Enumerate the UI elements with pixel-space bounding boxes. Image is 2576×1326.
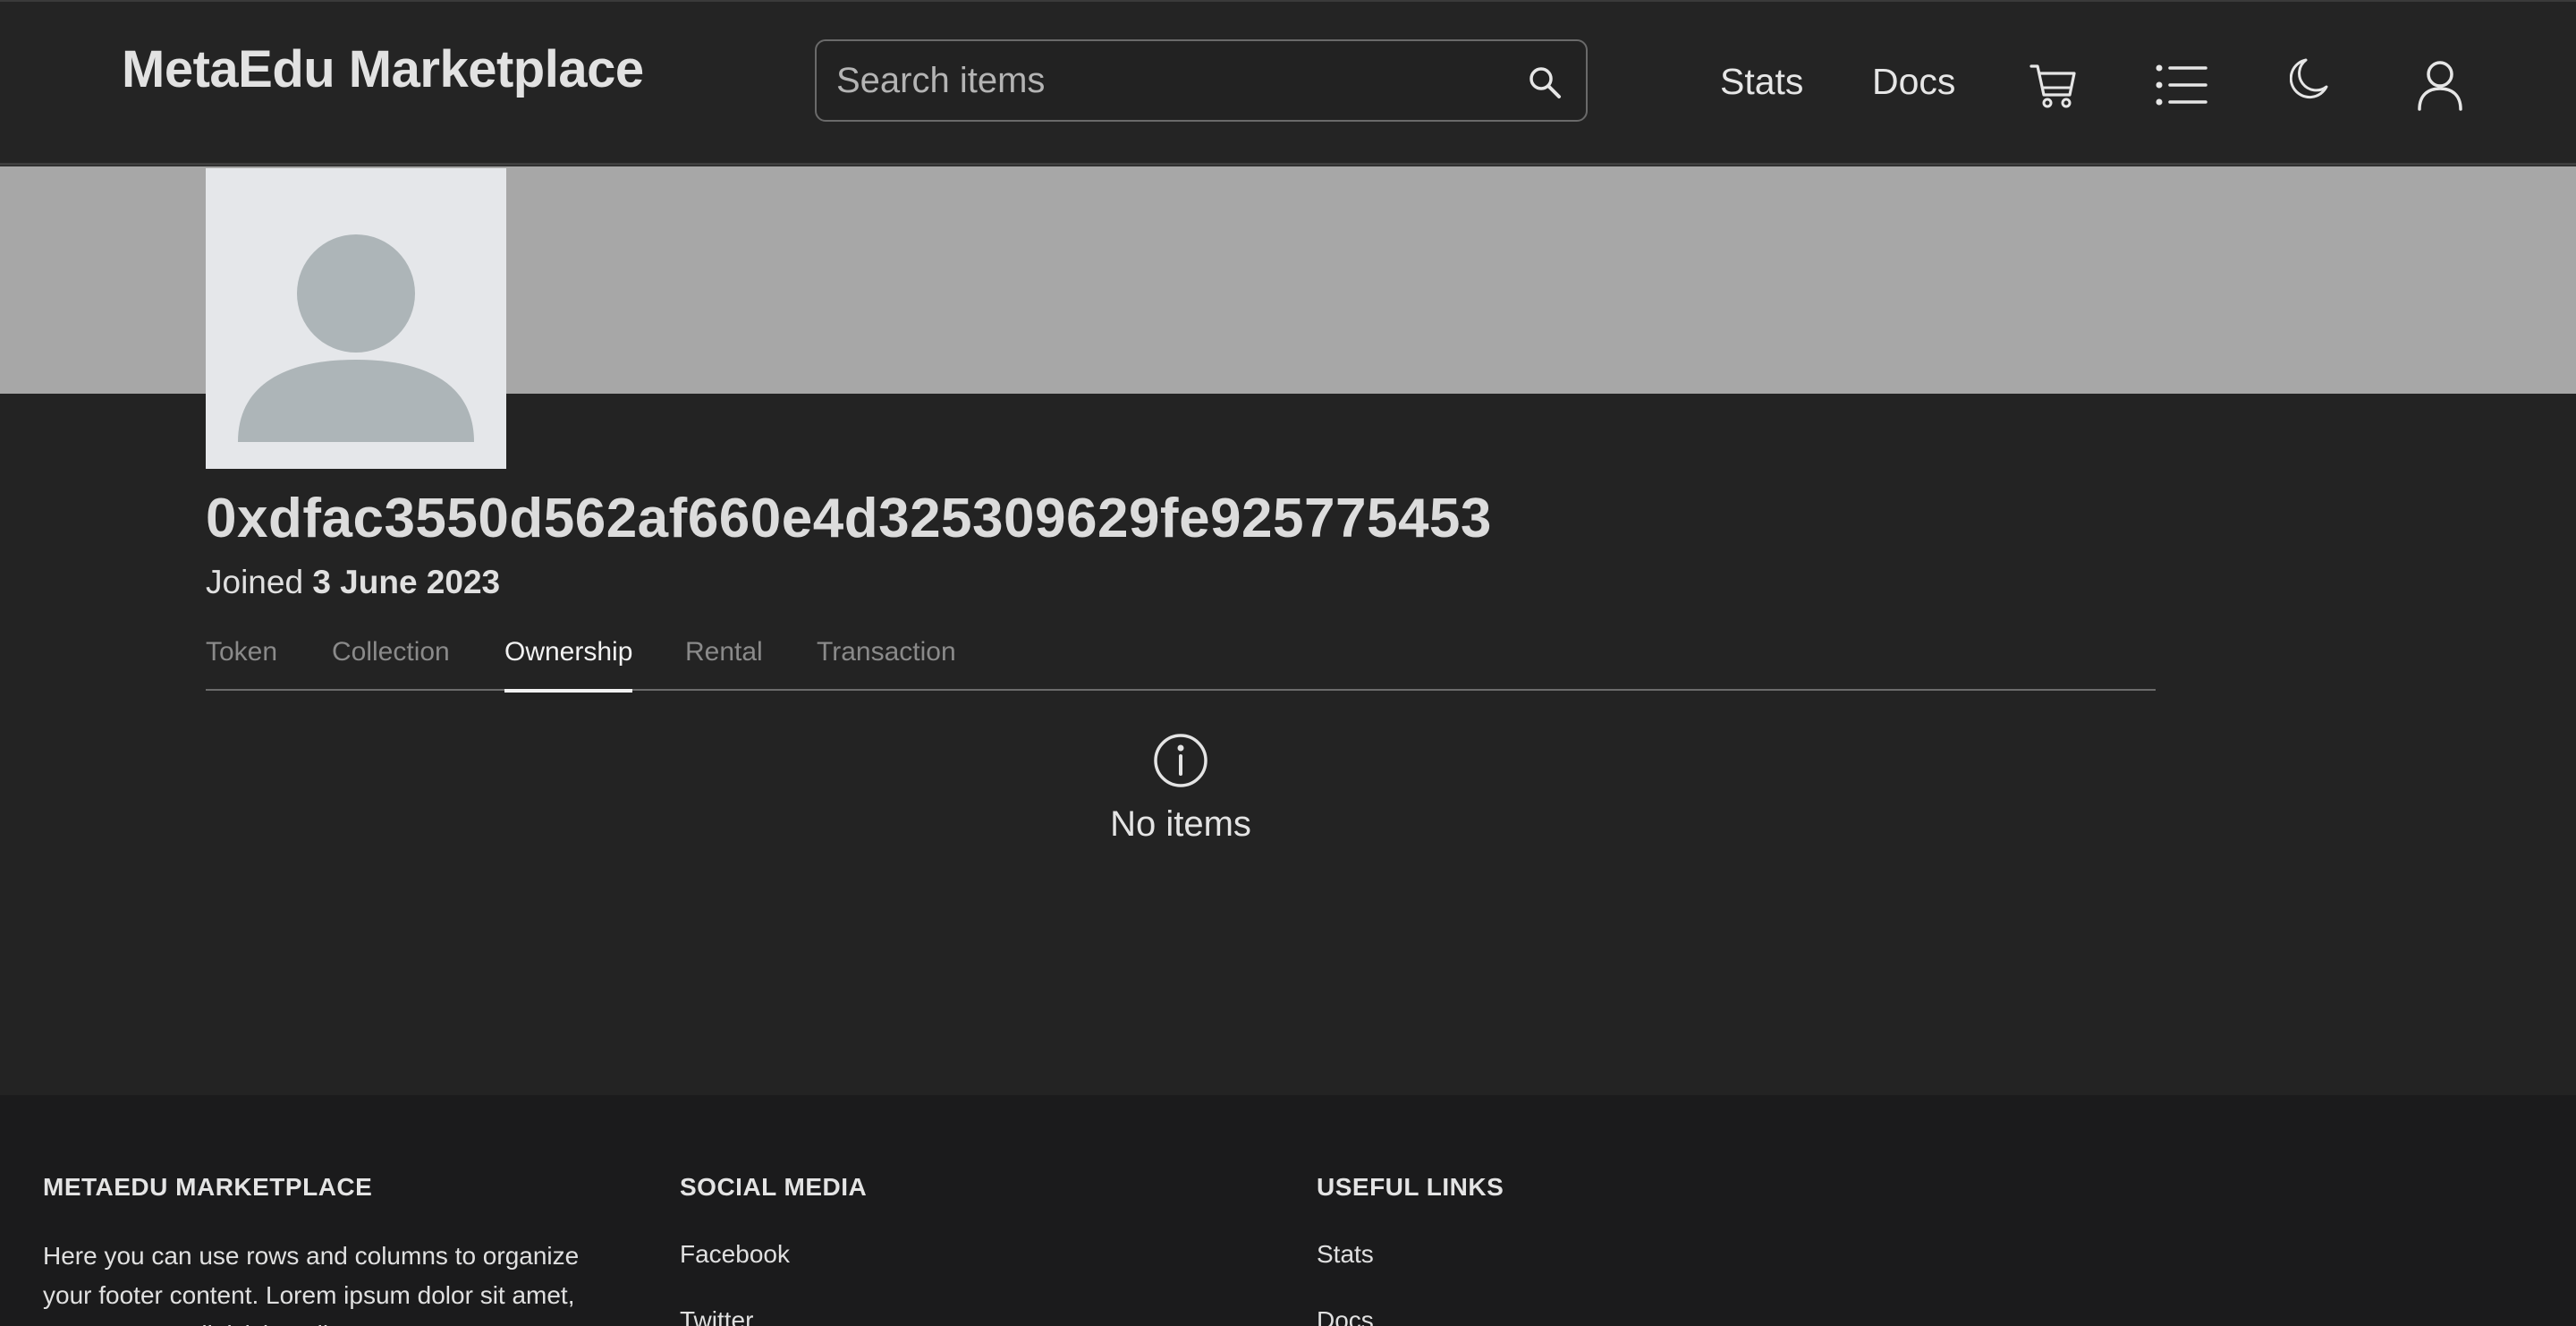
joined-label: Joined: [206, 564, 304, 600]
nav-link-docs[interactable]: Docs: [1872, 61, 1955, 103]
nav-link-stats[interactable]: Stats: [1720, 61, 1803, 103]
moon-icon[interactable]: [2290, 57, 2329, 100]
footer-link-twitter[interactable]: Twitter: [680, 1306, 753, 1326]
tab-collection[interactable]: Collection: [332, 637, 450, 691]
search-box: [815, 39, 1588, 122]
empty-state-text: No items: [1110, 804, 1251, 844]
tab-token[interactable]: Token: [206, 637, 277, 691]
footer-heading-social: SOCIAL MEDIA: [680, 1173, 868, 1201]
brand-logo[interactable]: MetaEdu Marketplace: [122, 39, 644, 99]
joined-date: Joined 3 June 2023: [206, 564, 500, 601]
footer-heading-brand: METAEDU MARKETPLACE: [43, 1173, 373, 1201]
footer-heading-useful-links: USEFUL LINKS: [1317, 1173, 1504, 1201]
tab-rental[interactable]: Rental: [685, 637, 763, 691]
list-icon[interactable]: [2156, 63, 2207, 107]
tab-ownership[interactable]: Ownership: [504, 637, 633, 693]
wallet-address: 0xdfac3550d562af660e4d325309629fe9257754…: [206, 488, 1492, 549]
footer-link-stats[interactable]: Stats: [1317, 1240, 1374, 1269]
search-icon[interactable]: [1527, 64, 1563, 100]
search-input[interactable]: [836, 41, 1516, 120]
tab-transaction[interactable]: Transaction: [817, 637, 956, 691]
footer-link-docs[interactable]: Docs: [1317, 1306, 1374, 1326]
footer-link-facebook[interactable]: Facebook: [680, 1240, 790, 1269]
avatar-placeholder-icon: [238, 234, 474, 442]
cart-icon[interactable]: [2029, 61, 2079, 111]
footer-description: Here you can use rows and columns to org…: [43, 1242, 580, 1326]
page: MetaEdu Marketplace Stats Docs: [0, 0, 2576, 1326]
profile-tabs: Token Collection Ownership Rental Transa…: [206, 626, 2156, 693]
navbar: MetaEdu Marketplace Stats Docs: [0, 0, 2576, 166]
info-icon: [1154, 734, 1208, 787]
joined-date-value: 3 June 2023: [312, 564, 501, 600]
user-icon[interactable]: [2417, 59, 2463, 111]
avatar: [206, 168, 506, 469]
